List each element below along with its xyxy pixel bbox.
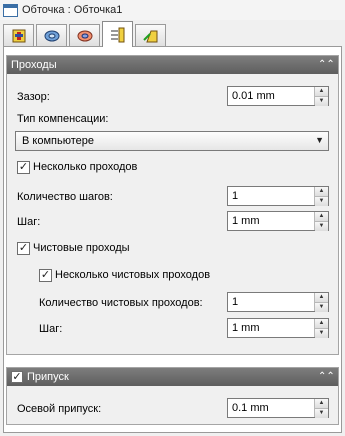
finishing-step-label: Шаг: <box>39 323 63 335</box>
chevron-down-icon: ▼ <box>315 135 324 145</box>
allowance-checkbox[interactable]: ✓ <box>11 371 23 383</box>
spin-up-icon[interactable]: ▲ <box>315 319 328 328</box>
compensation-value: В компьютере <box>22 135 94 147</box>
passes-group-title: Проходы <box>11 59 57 71</box>
spin-up-icon[interactable]: ▲ <box>315 187 328 196</box>
spin-down-icon[interactable]: ▼ <box>315 221 328 231</box>
step-label: Шаг: <box>17 216 41 228</box>
passes-group-header[interactable]: Проходы ⌃⌃ <box>7 56 338 74</box>
model-icon <box>77 30 92 42</box>
finishing-count-spinner[interactable]: 1 ▲ ▼ <box>227 292 329 312</box>
spin-up-icon[interactable]: ▲ <box>315 212 328 221</box>
compensation-select[interactable]: В компьютере ▼ <box>15 131 329 151</box>
finishing-count-value[interactable]: 1 <box>228 293 314 311</box>
multiple-passes-checkbox[interactable]: ✓ <box>17 161 30 174</box>
finishing-step-spinner[interactable]: 1 mm ▲ ▼ <box>227 318 329 338</box>
passes-group: Проходы ⌃⌃ Зазор: 0.01 mm ▲ ▼ Тип компенс… <box>6 55 339 355</box>
steps-count-spinner[interactable]: 1 ▲ ▼ <box>227 186 329 206</box>
step-value[interactable]: 1 mm <box>228 212 314 230</box>
stock-icon <box>44 30 59 42</box>
steps-count-label: Количество шагов: <box>17 191 113 203</box>
title-bar: Обточка : Обточка1 <box>0 0 345 20</box>
spin-down-icon[interactable]: ▼ <box>315 196 328 206</box>
tab-passes[interactable] <box>102 21 133 47</box>
allowance-group: ✓ Припуск ⌃⌃ Осевой припуск: 0.1 mm ▲ ▼ <box>6 367 339 425</box>
axial-allowance-label: Осевой припуск: <box>17 403 102 415</box>
finishing-step-value[interactable]: 1 mm <box>228 319 314 337</box>
allowance-group-header[interactable]: ✓ Припуск ⌃⌃ <box>7 368 338 386</box>
spin-down-icon[interactable]: ▼ <box>315 328 328 338</box>
tab-strip <box>3 21 168 47</box>
finishing-passes-checkbox[interactable]: ✓ <box>17 242 30 255</box>
steps-count-value[interactable]: 1 <box>228 187 314 205</box>
finishing-count-label: Количество чистовых проходов: <box>39 297 203 309</box>
allowance-group-title: Припуск <box>27 371 69 383</box>
window-icon <box>3 3 18 17</box>
multiple-passes-label: Несколько проходов <box>33 161 138 173</box>
spin-down-icon[interactable]: ▼ <box>315 302 328 312</box>
window-title: Обточка : Обточка1 <box>22 4 123 16</box>
finishing-passes-label: Чистовые проходы <box>33 242 130 254</box>
multiple-finishing-label: Несколько чистовых проходов <box>55 269 211 281</box>
tab-model[interactable] <box>69 24 100 47</box>
compensation-label: Тип компенсации: <box>17 113 109 125</box>
axial-allowance-spinner[interactable]: 0.1 mm ▲ ▼ <box>227 398 329 418</box>
spin-down-icon[interactable]: ▼ <box>315 408 328 418</box>
gap-value[interactable]: 0.01 mm <box>228 87 314 105</box>
tool-icon <box>12 29 25 43</box>
step-spinner[interactable]: 1 mm ▲ ▼ <box>227 211 329 231</box>
tab-tool[interactable] <box>3 24 34 47</box>
collapse-icon[interactable]: ⌃⌃ <box>318 58 335 72</box>
axial-allowance-value[interactable]: 0.1 mm <box>228 399 314 417</box>
gap-label: Зазор: <box>17 91 50 103</box>
links-icon <box>142 30 157 43</box>
multiple-finishing-checkbox[interactable]: ✓ <box>39 269 52 282</box>
tab-stock[interactable] <box>36 24 67 47</box>
spin-up-icon[interactable]: ▲ <box>315 293 328 302</box>
spin-down-icon[interactable]: ▼ <box>315 96 328 106</box>
gap-spinner[interactable]: 0.01 mm ▲ ▼ <box>227 86 329 106</box>
tab-links[interactable] <box>135 24 166 47</box>
collapse-icon[interactable]: ⌃⌃ <box>318 370 335 384</box>
spin-up-icon[interactable]: ▲ <box>315 399 328 408</box>
spin-up-icon[interactable]: ▲ <box>315 87 328 96</box>
passes-icon <box>110 27 124 42</box>
